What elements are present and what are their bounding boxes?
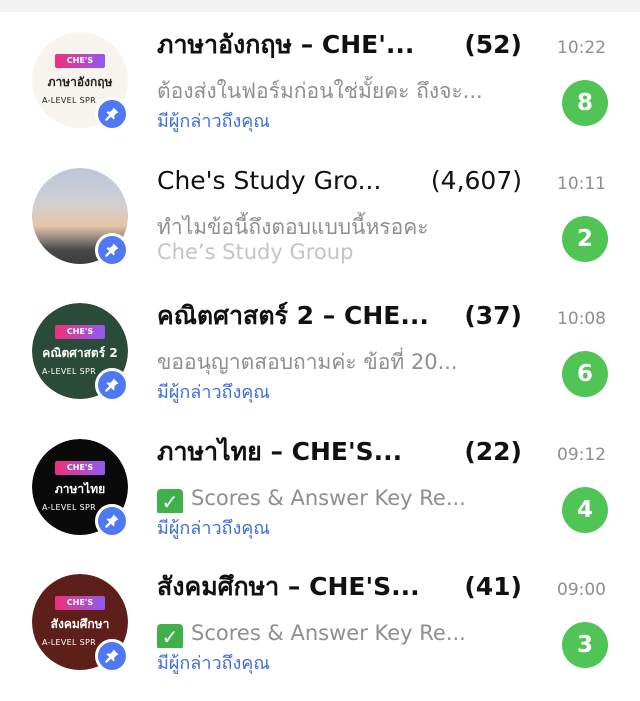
preview-text: ต้องส่งในฟอร์มก่อนใช่มั้ยคะ ถึงจะ... [157,79,483,103]
avatar-subject: ภาษาอังกฤษ [47,75,113,89]
chat-row[interactable]: CHE'S ภาษาอังกฤษ A-LEVEL SPR ภาษาอังกฤษ … [0,0,640,136]
avatar-subtitle: A-LEVEL SPR [42,638,96,647]
pin-glyph [105,378,119,392]
pin-glyph [105,649,119,663]
chat-title: ภาษาอังกฤษ – CHE'... (52) [157,28,522,62]
chat-title: คณิตศาสตร์ 2 – CHE... (37) [157,299,522,333]
pin-icon [95,639,129,673]
chat-name: คณิตศาสตร์ 2 – CHE... [157,301,429,330]
chat-name: ภาษาไทย – CHE'S... [157,437,403,466]
avatar-brand-tag: CHE'S [55,54,105,68]
chat-row[interactable]: CHE'S คณิตศาสตร์ 2 A-LEVEL SPR คณิตศาสตร… [0,271,640,407]
mention-label: มีผู้กล่าวถึงคุณ [157,111,270,132]
pin-glyph [105,514,119,528]
message-preview: ทำไมข้อนี้ถึงตอบแบบนี้หรอคะ [157,212,517,242]
chat-name: สังคมศึกษา – CHE'S... [157,572,420,601]
chat-row[interactable]: CHE'S ภาษาไทย A-LEVEL SPR ภาษาไทย – CHE'… [0,407,640,543]
avatar-subject: คณิตศาสตร์ 2 [42,346,118,360]
preview-text: Scores & Answer Key Re... [191,486,466,510]
mention-label: มีผู้กล่าวถึงคุณ [157,653,270,674]
chat-row[interactable]: Che's Study Gro... (4,607) 10:11 ทำไมข้อ… [0,136,640,272]
avatar-subject: สังคมศึกษา [50,617,110,631]
preview-text: Scores & Answer Key Re... [191,621,466,645]
avatar-subtitle: A-LEVEL SPR [42,96,96,105]
mention-label: มีผู้กล่าวถึงคุณ [157,382,270,403]
message-preview: ✓ Scores & Answer Key Re... [157,618,517,648]
unread-badge: 4 [562,487,608,533]
member-count: (37) [464,301,522,330]
check-mark-icon: ✓ [157,489,183,513]
preview-text: ขออนุญาตสอบถามค่ะ ข้อที่ 20... [157,350,458,374]
last-message-time: 10:11 [557,174,606,194]
group-subtitle: Che’s Study Group [157,240,354,264]
pin-glyph [105,243,119,257]
pin-icon [95,504,129,538]
member-count: (52) [464,30,522,59]
last-message-time: 09:00 [557,580,606,600]
message-preview: ✓ Scores & Answer Key Re... [157,483,517,513]
avatar-subtitle: A-LEVEL SPR [42,367,96,376]
avatar-brand-tag: CHE'S [55,325,105,339]
last-message-time: 10:08 [557,309,606,329]
chat-title: สังคมศึกษา – CHE'S... (41) [157,570,522,604]
check-mark-icon: ✓ [157,624,183,648]
avatar-subject: ภาษาไทย [54,482,106,496]
chat-name: Che's Study Gro... [157,166,382,195]
avatar-brand-tag: CHE'S [55,596,105,610]
pin-icon [95,368,129,402]
pin-icon [95,233,129,267]
mention-label: มีผู้กล่าวถึงคุณ [157,518,270,539]
avatar-brand-tag: CHE'S [55,461,105,475]
member-count: (4,607) [430,166,522,195]
chat-title: Che's Study Gro... (4,607) [157,164,522,198]
unread-badge: 8 [562,80,608,126]
message-preview: ขออนุญาตสอบถามค่ะ ข้อที่ 20... [157,347,517,377]
unread-badge: 6 [562,351,608,397]
last-message-time: 09:12 [557,445,606,465]
unread-badge: 3 [562,622,608,668]
pin-icon [95,97,129,131]
member-count: (41) [464,572,522,601]
preview-text: ทำไมข้อนี้ถึงตอบแบบนี้หรอคะ [157,215,429,239]
last-message-time: 10:22 [557,38,606,58]
chat-row[interactable]: CHE'S สังคมศึกษา A-LEVEL SPR สังคมศึกษา … [0,542,640,678]
chat-name: ภาษาอังกฤษ – CHE'... [157,30,415,59]
unread-badge: 2 [562,216,608,262]
pin-glyph [105,107,119,121]
member-count: (22) [464,437,522,466]
message-preview: ต้องส่งในฟอร์มก่อนใช่มั้ยคะ ถึงจะ... [157,76,517,106]
avatar-subtitle: A-LEVEL SPR [42,503,96,512]
chat-title: ภาษาไทย – CHE'S... (22) [157,435,522,469]
